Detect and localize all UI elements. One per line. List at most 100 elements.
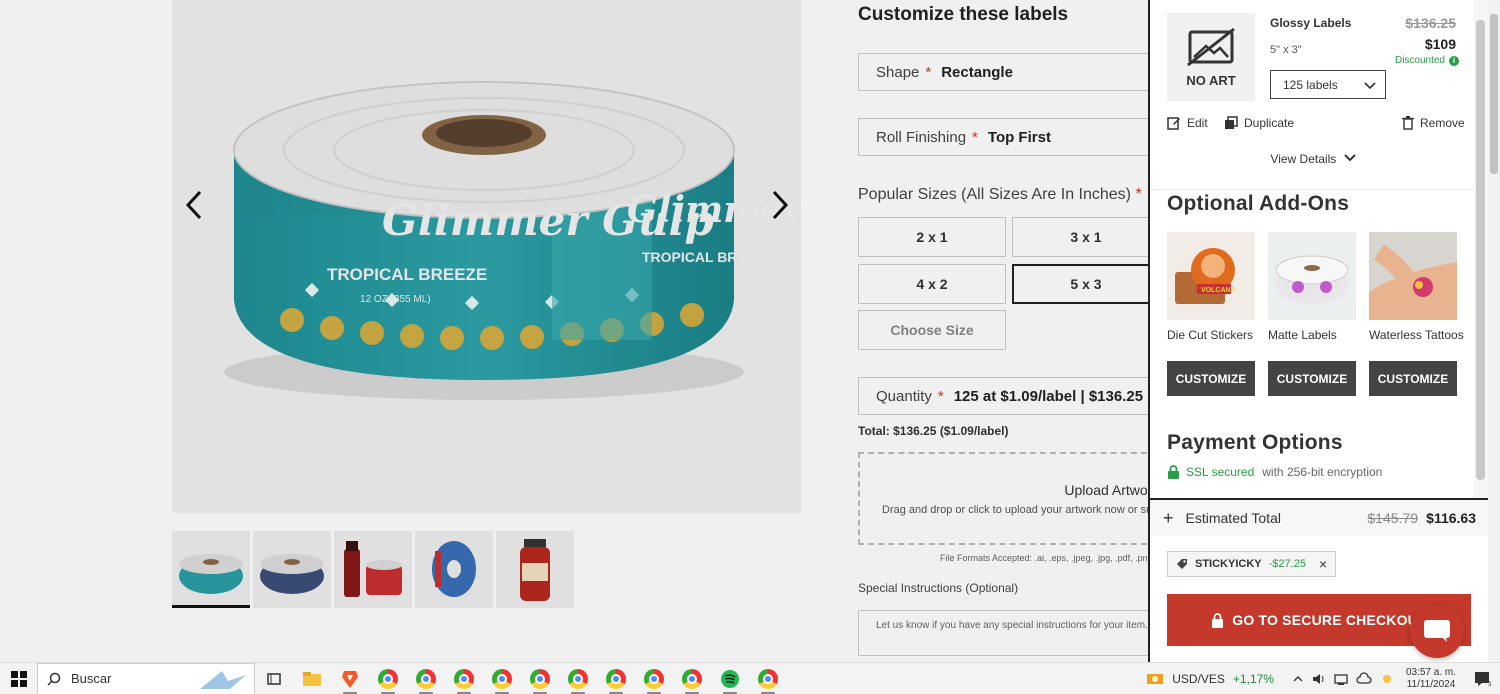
cart-drawer: NO ART Glossy Labels 5" x 3" $136.25 $10… <box>1148 0 1488 662</box>
discount-badge: Discounted i <box>1395 55 1459 66</box>
roll-finishing-value: Top First <box>987 128 1051 146</box>
chrome-profile-4-icon[interactable] <box>483 663 521 694</box>
chrome-profile-10-icon[interactable] <box>749 663 787 694</box>
drawer-scrollbar-thumb[interactable] <box>1476 20 1485 480</box>
label-roll-illustration: Glimmer Gulp TROPICAL BREEZE 12 OZ (355 … <box>224 81 801 400</box>
currency-ticker[interactable]: USD/VES +1,17% <box>1146 671 1274 687</box>
expand-plus-icon: + <box>1163 507 1174 528</box>
carousel-prev-button[interactable] <box>176 185 212 225</box>
network-icon[interactable] <box>1334 672 1348 686</box>
svg-text:3: 3 <box>1488 682 1492 687</box>
estimated-total-row[interactable]: + Estimated Total $145.79 $116.63 <box>1150 498 1488 536</box>
task-view-icon[interactable] <box>255 663 293 694</box>
required-mark: * <box>937 387 944 405</box>
chrome-profile-8-icon[interactable] <box>635 663 673 694</box>
lock-icon <box>1168 465 1179 479</box>
edit-button[interactable]: Edit <box>1167 116 1208 130</box>
thumbnail-1[interactable] <box>172 531 250 608</box>
chrome-profile-7-icon[interactable] <box>597 663 635 694</box>
addon-customize-button[interactable]: CUSTOMIZE <box>1268 361 1356 396</box>
remove-coupon-button[interactable]: × <box>1319 556 1327 572</box>
view-details-toggle[interactable]: View Details <box>1150 152 1476 166</box>
cart-quantity-select[interactable]: 125 labels <box>1270 70 1386 99</box>
page-scrollbar[interactable] <box>1488 0 1500 662</box>
system-clock[interactable]: 03:57 a. m. 11/11/2024 <box>1406 667 1456 691</box>
duplicate-icon <box>1225 116 1238 129</box>
chat-button[interactable] <box>1410 604 1464 658</box>
discount-label: Discounted <box>1394 55 1445 66</box>
thumbnail-2[interactable] <box>253 531 331 608</box>
addon-name: Waterless Tattoos <box>1369 328 1464 342</box>
chevron-down-icon <box>1343 154 1356 162</box>
paper-crane-icon <box>200 670 246 689</box>
required-mark: * <box>972 128 978 146</box>
size-option-3x1[interactable]: 3 x 1 <box>1012 217 1160 257</box>
notification-icon[interactable]: 3 <box>1474 671 1492 687</box>
chrome-profile-9-icon[interactable] <box>673 663 711 694</box>
chrome-profile-2-icon[interactable] <box>407 663 445 694</box>
addon-name: Matte Labels <box>1268 328 1337 342</box>
payment-options-title: Payment Options <box>1167 431 1343 454</box>
chrome-profile-6-icon[interactable] <box>559 663 597 694</box>
addon-image[interactable] <box>1268 232 1356 320</box>
page-scrollbar-thumb[interactable] <box>1490 14 1498 174</box>
addon-customize-button[interactable]: CUSTOMIZE <box>1167 361 1255 396</box>
thumbnail-4[interactable] <box>415 531 493 608</box>
tag-icon <box>1177 559 1187 569</box>
required-mark: * <box>925 63 932 81</box>
taskbar-search[interactable]: Buscar <box>37 662 255 694</box>
chrome-profile-5-icon[interactable] <box>521 663 559 694</box>
brave-browser-icon[interactable] <box>331 663 369 694</box>
start-button[interactable] <box>0 663 37 694</box>
addon-image[interactable]: VOLCANO <box>1167 232 1255 320</box>
no-art-label: NO ART <box>1186 72 1236 88</box>
cart-item-original-price: $136.25 <box>1405 15 1456 31</box>
cart-item-name: Glossy Labels <box>1270 16 1352 30</box>
duplicate-label: Duplicate <box>1244 116 1295 130</box>
shape-value: Rectangle <box>941 63 1013 81</box>
addon-name: Die Cut Stickers <box>1167 328 1254 342</box>
chrome-profile-1-icon[interactable] <box>369 663 407 694</box>
drawer-scrollbar[interactable] <box>1474 0 1488 498</box>
remove-label: Remove <box>1420 116 1465 130</box>
money-icon <box>1147 674 1164 684</box>
file-explorer-icon[interactable] <box>293 663 331 694</box>
carousel-next-button[interactable] <box>762 185 798 225</box>
form-title: Customize these labels <box>858 4 1069 25</box>
file-formats-note: File Formats Accepted: .ai, .eps, .jpeg,… <box>940 553 1148 563</box>
info-icon[interactable]: i <box>1449 55 1459 66</box>
popular-sizes-title: Popular Sizes (All Sizes Are In Inches) … <box>858 186 1142 204</box>
addon-customize-button[interactable]: CUSTOMIZE <box>1369 361 1457 396</box>
divider <box>1150 189 1476 190</box>
svg-text:TROPICAL BREEZE: TROPICAL BREEZE <box>327 265 487 284</box>
search-placeholder: Buscar <box>71 671 112 686</box>
thumbnail-5[interactable] <box>496 531 574 608</box>
thumbnail-3[interactable] <box>334 531 412 608</box>
cart-drawer-content: NO ART Glossy Labels 5" x 3" $136.25 $10… <box>1150 0 1476 498</box>
cloud-icon[interactable] <box>1356 672 1372 686</box>
system-tray: USD/VES +1,17% 03:57 a. m. 11/11/2024 3 <box>1146 663 1500 694</box>
chrome-profile-3-icon[interactable] <box>445 663 483 694</box>
weather-icon[interactable] <box>1380 672 1394 686</box>
popular-sizes-label: Popular Sizes (All Sizes Are In Inches) <box>858 186 1132 203</box>
size-option-4x2[interactable]: 4 x 2 <box>858 264 1006 304</box>
form-total: Total: $136.25 ($1.09/label) <box>858 424 1009 438</box>
remove-button[interactable]: Remove <box>1402 116 1465 130</box>
speaker-icon[interactable] <box>1312 672 1326 686</box>
search-icon <box>47 672 61 686</box>
spotify-icon[interactable] <box>711 663 749 694</box>
svg-text:12 OZ (355 ML): 12 OZ (355 ML) <box>360 294 431 305</box>
cart-item-price: $109 <box>1424 36 1456 52</box>
cart-quantity-value: 125 labels <box>1283 77 1338 92</box>
chevron-up-icon[interactable] <box>1292 673 1304 685</box>
duplicate-button[interactable]: Duplicate <box>1224 116 1294 130</box>
ssl-label: SSL secured <box>1186 465 1255 479</box>
svg-text:TROPICAL BREE: TROPICAL BREE <box>642 249 756 265</box>
choose-size-button[interactable]: Choose Size <box>858 310 1006 350</box>
trash-icon <box>1402 116 1414 130</box>
chat-bubble-icon <box>1424 620 1450 642</box>
size-option-5x3[interactable]: 5 x 3 <box>1012 264 1160 304</box>
size-option-2x1[interactable]: 2 x 1 <box>858 217 1006 257</box>
addon-image[interactable] <box>1369 232 1457 320</box>
required-mark: * <box>1135 186 1142 203</box>
